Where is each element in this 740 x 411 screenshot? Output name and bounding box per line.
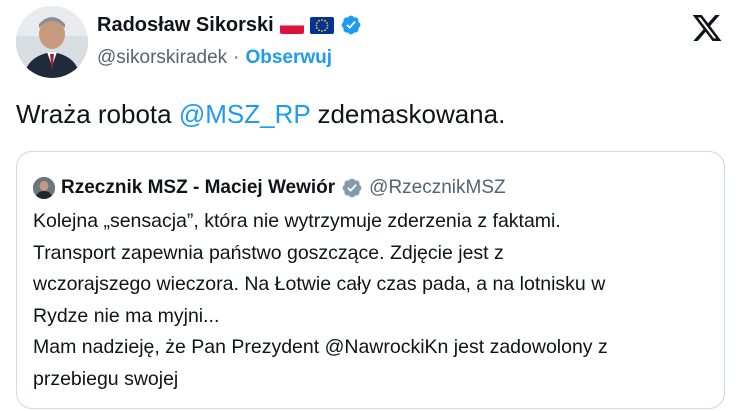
post-text-end: zdemaskowana.	[310, 99, 506, 129]
verified-badge-icon[interactable]	[340, 14, 362, 36]
gray-verified-badge-icon	[341, 177, 363, 199]
follow-button[interactable]: Obserwuj	[245, 47, 332, 69]
separator-dot: ·	[233, 47, 240, 68]
quoted-author-name[interactable]: Rzecznik MSZ - Maciej Wewiór	[61, 177, 335, 199]
quoted-author-avatar[interactable]	[33, 177, 55, 199]
author-name-row: Radosław Sikorski	[97, 10, 362, 40]
author-handle-row: @sikorskiradek · Obserwuj	[97, 45, 332, 71]
post-card: Radosław Sikorski @sikorskiradek · Obser…	[0, 0, 740, 411]
quoted-text-line: Kolejna „sensacja”, która nie wytrzymuje…	[33, 210, 561, 232]
post-text-start: Wraża robota	[16, 99, 179, 129]
x-logo-icon[interactable]	[690, 12, 724, 44]
quoted-text-line: Transport zapewnia państwo goszczące. Zd…	[33, 241, 504, 264]
poland-flag-icon	[279, 16, 304, 34]
quoted-text-line: wczorajszego wieczora. Na Łotwie cały cz…	[33, 273, 606, 295]
quoted-author-handle[interactable]: @RzecznikMSZ	[369, 177, 505, 199]
post-text: Wraża robota @MSZ_RP zdemaskowana.	[16, 97, 505, 131]
quoted-post-text: Kolejna „sensacja”, która nie wytrzymuje…	[33, 206, 713, 395]
quoted-post[interactable]: Rzecznik MSZ - Maciej Wewiór @RzecznikMS…	[16, 151, 725, 409]
mention-link[interactable]: @MSZ_RP	[179, 99, 310, 129]
quoted-text-line: Rydze nie ma myjni...	[33, 304, 220, 327]
author-handle[interactable]: @sikorskiradek	[97, 47, 227, 69]
quoted-text-line: Mam nadzieję, że Pan Prezydent @Nawrocki…	[33, 336, 608, 358]
author-avatar[interactable]	[16, 6, 88, 78]
eu-flag-icon	[309, 16, 334, 34]
author-display-name[interactable]: Radosław Sikorski	[97, 14, 274, 37]
quoted-post-header: Rzecznik MSZ - Maciej Wewiór @RzecznikMS…	[33, 174, 506, 202]
quoted-text-line: przebiegu swojej	[33, 367, 179, 390]
